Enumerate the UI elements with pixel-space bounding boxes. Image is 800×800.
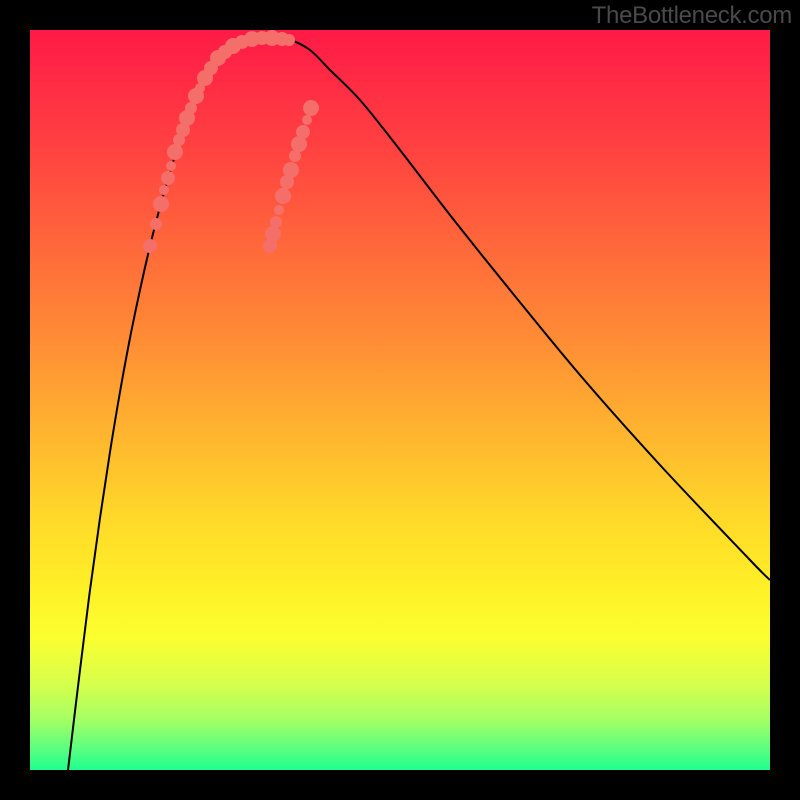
cluster-dot xyxy=(270,216,282,228)
cluster-dot xyxy=(283,162,299,178)
cluster-dot xyxy=(166,161,176,171)
cluster-dots-group xyxy=(143,30,319,253)
cluster-dot xyxy=(302,115,312,125)
chart-frame: TheBottleneck.com xyxy=(0,0,800,800)
cluster-dot xyxy=(283,34,295,46)
cluster-dot xyxy=(150,218,162,230)
cluster-dot xyxy=(161,171,175,185)
cluster-dot xyxy=(167,144,183,160)
cluster-dot xyxy=(303,100,319,116)
cluster-dot xyxy=(275,188,291,204)
plot-area xyxy=(30,30,770,770)
cluster-dot xyxy=(143,239,157,253)
cluster-dot xyxy=(296,125,310,139)
cluster-dot xyxy=(274,205,284,215)
cluster-dot xyxy=(265,226,281,242)
cluster-dot xyxy=(153,196,169,212)
chart-svg xyxy=(30,30,770,770)
cluster-dot xyxy=(159,185,169,195)
watermark-text: TheBottleneck.com xyxy=(592,2,792,30)
